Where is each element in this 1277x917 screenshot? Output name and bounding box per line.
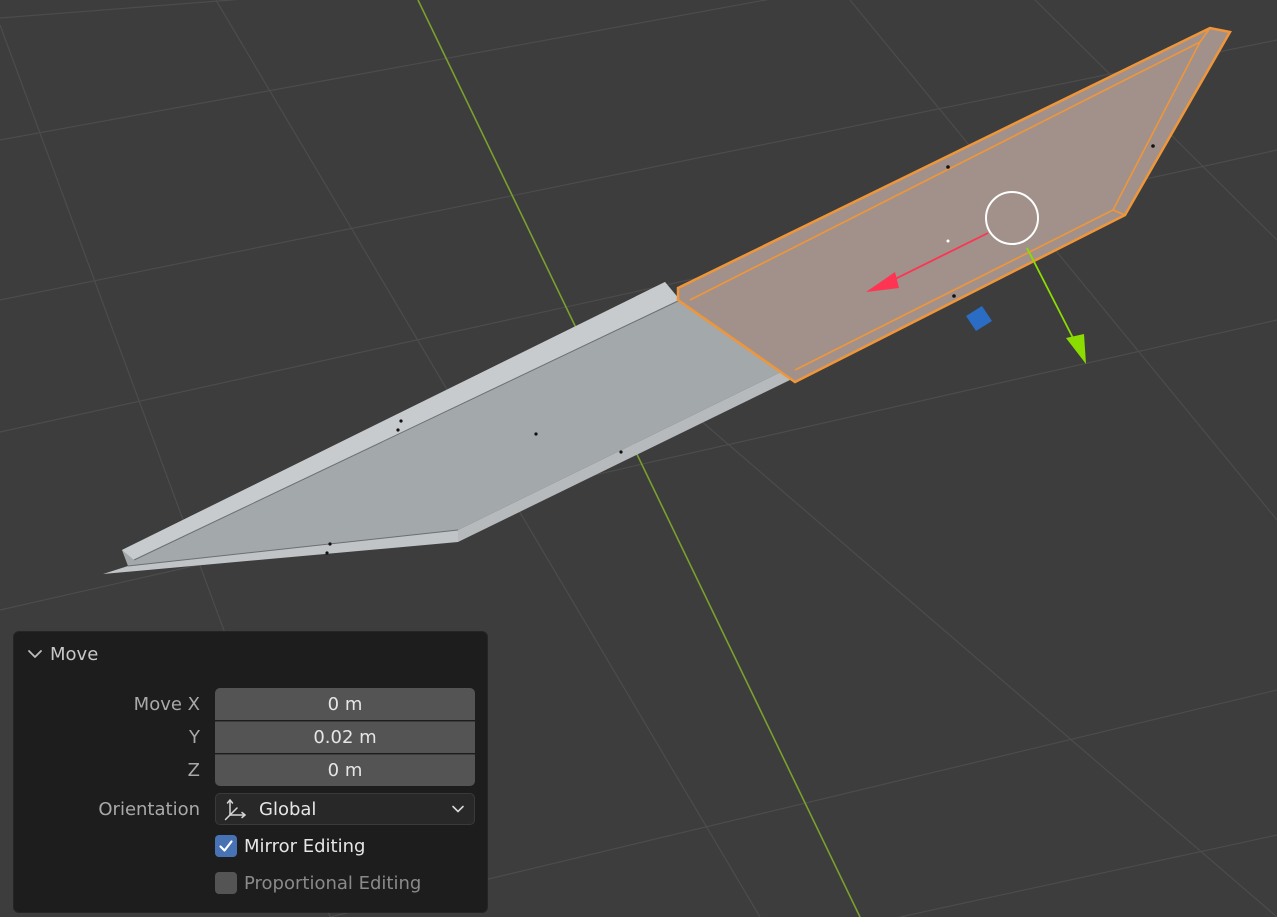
move-y-field[interactable]: 0.02 m <box>215 721 475 753</box>
panel-title: Move <box>50 643 99 665</box>
gizmo-y-arrow <box>1026 247 1074 339</box>
orientation-row: Orientation Global <box>14 793 489 826</box>
gizmo-z-handle <box>966 306 992 331</box>
orientation-dropdown[interactable]: Global <box>215 793 475 825</box>
selected-mesh[interactable] <box>676 26 1232 384</box>
move-z-field[interactable]: 0 m <box>215 754 475 786</box>
mirror-editing-label: Mirror Editing <box>244 835 366 857</box>
chevron-down-icon <box>452 805 464 813</box>
move-x-field[interactable]: 0 m <box>215 688 475 720</box>
chevron-down-icon[interactable] <box>26 645 44 663</box>
mirror-editing-toggle[interactable]: Mirror Editing <box>215 832 365 860</box>
orientation-label: Orientation <box>98 799 200 820</box>
move-y-row: Y 0.02 m <box>14 721 489 754</box>
operator-panel-move: Move Move X 0 m Y 0.02 m Z 0 m Orientati… <box>13 631 488 913</box>
unselected-mesh[interactable] <box>103 282 790 574</box>
proportional-editing-toggle[interactable]: Proportional Editing <box>215 869 421 897</box>
move-y-label: Y <box>189 727 200 748</box>
checkmark-icon <box>219 840 233 852</box>
move-x-label: Move X <box>133 694 200 715</box>
orientation-value: Global <box>259 798 317 820</box>
proportional-editing-checkbox[interactable] <box>215 872 237 894</box>
mirror-editing-checkbox[interactable] <box>215 835 237 857</box>
operator-panel-header[interactable]: Move <box>14 632 487 676</box>
move-x-row: Move X 0 m <box>14 688 489 721</box>
move-z-row: Z 0 m <box>14 754 489 787</box>
orientation-global-icon <box>224 799 246 821</box>
move-z-label: Z <box>187 760 200 781</box>
proportional-editing-label: Proportional Editing <box>244 872 422 894</box>
